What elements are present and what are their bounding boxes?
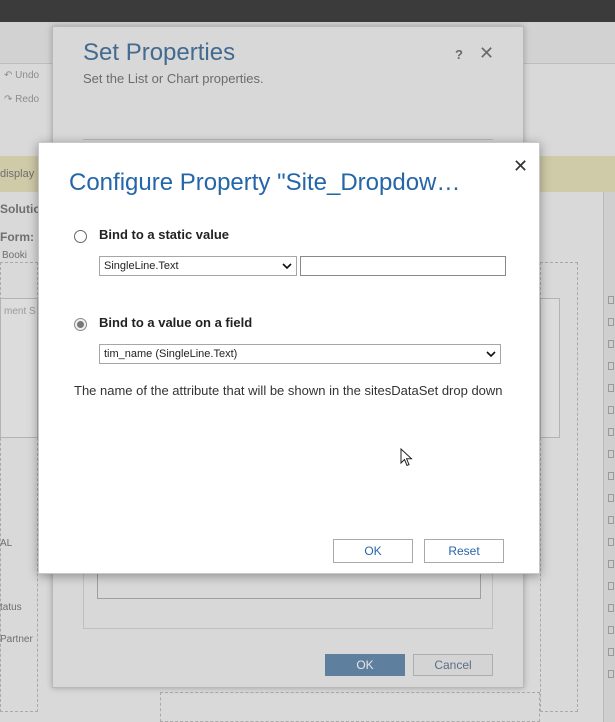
form-field-right	[540, 298, 560, 438]
set-properties-subtitle: Set the List or Chart properties.	[83, 71, 264, 86]
form-field-left	[0, 298, 38, 438]
help-icon[interactable]: ?	[455, 47, 463, 62]
status-label: tatus	[0, 602, 22, 613]
field-value-radio[interactable]	[74, 318, 87, 331]
field-value-label: Bind to a value on a field	[99, 315, 253, 330]
set-properties-ok-button[interactable]: OK	[325, 654, 405, 676]
field-select-value: tim_name (SingleLine.Text)	[104, 348, 238, 360]
property-description: The name of the attribute that will be s…	[74, 383, 503, 398]
field-select[interactable]: tim_name (SingleLine.Text)	[99, 344, 501, 364]
static-value-input[interactable]	[300, 256, 506, 276]
ok-button[interactable]: OK	[333, 539, 413, 563]
static-type-value: SingleLine.Text	[104, 260, 179, 272]
static-type-select[interactable]: SingleLine.Text	[99, 256, 297, 276]
configure-property-dialog: Configure Property "Site_Dropdow… ✕ Bind…	[38, 142, 540, 574]
booking-label: Booki	[2, 250, 28, 261]
partner-label: Partner	[0, 634, 33, 645]
set-properties-title: Set Properties	[83, 39, 236, 66]
dialog-title: Configure Property "Site_Dropdow…	[69, 169, 461, 196]
form-label: Form:	[0, 230, 34, 244]
redo-label: Redo	[15, 94, 40, 105]
chevron-down-icon	[486, 345, 496, 363]
close-icon[interactable]: ✕	[513, 155, 528, 177]
right-panel-strip	[603, 192, 615, 722]
close-icon[interactable]: ✕	[479, 43, 494, 64]
mouse-pointer-icon	[400, 447, 414, 468]
static-value-label: Bind to a static value	[99, 227, 230, 242]
field-fragment: ment S	[4, 306, 36, 317]
redo-command[interactable]: ↷ Redo	[4, 94, 39, 105]
top-bar	[0, 0, 615, 22]
section-label-al: AL	[0, 538, 13, 549]
notification-text: display	[0, 168, 35, 180]
reset-button[interactable]: Reset	[424, 539, 504, 563]
undo-command[interactable]: ↶ Undo	[4, 70, 39, 81]
undo-label: Undo	[15, 70, 40, 81]
static-value-radio[interactable]	[74, 230, 87, 243]
set-properties-cancel-button[interactable]: Cancel	[413, 654, 493, 676]
solution-label: Solutio	[0, 202, 41, 216]
form-section-bottom	[160, 692, 540, 722]
chevron-down-icon	[282, 257, 292, 275]
tab-divider	[83, 139, 493, 140]
